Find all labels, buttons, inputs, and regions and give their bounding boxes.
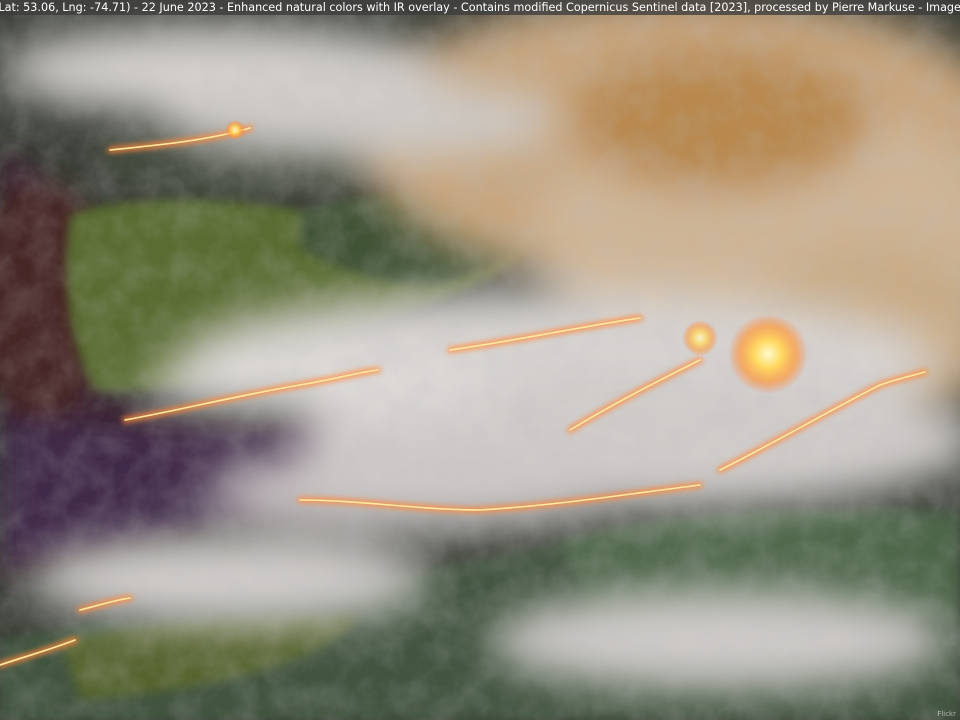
fire-hotspot-secondary (682, 320, 718, 356)
terrain-texture (0, 0, 960, 720)
caption-bar: (Lat: 53.06, Lng: -74.71) - 22 June 2023… (0, 0, 960, 15)
satellite-image: (Lat: 53.06, Lng: -74.71) - 22 June 2023… (0, 0, 960, 720)
credit-watermark: Flickr (937, 710, 956, 718)
image-caption: (Lat: 53.06, Lng: -74.71) - 22 June 2023… (0, 1, 960, 14)
wildfire-satellite-scene (0, 0, 960, 720)
fire-hotspot-small (225, 120, 245, 140)
fire-hotspot (728, 314, 808, 394)
